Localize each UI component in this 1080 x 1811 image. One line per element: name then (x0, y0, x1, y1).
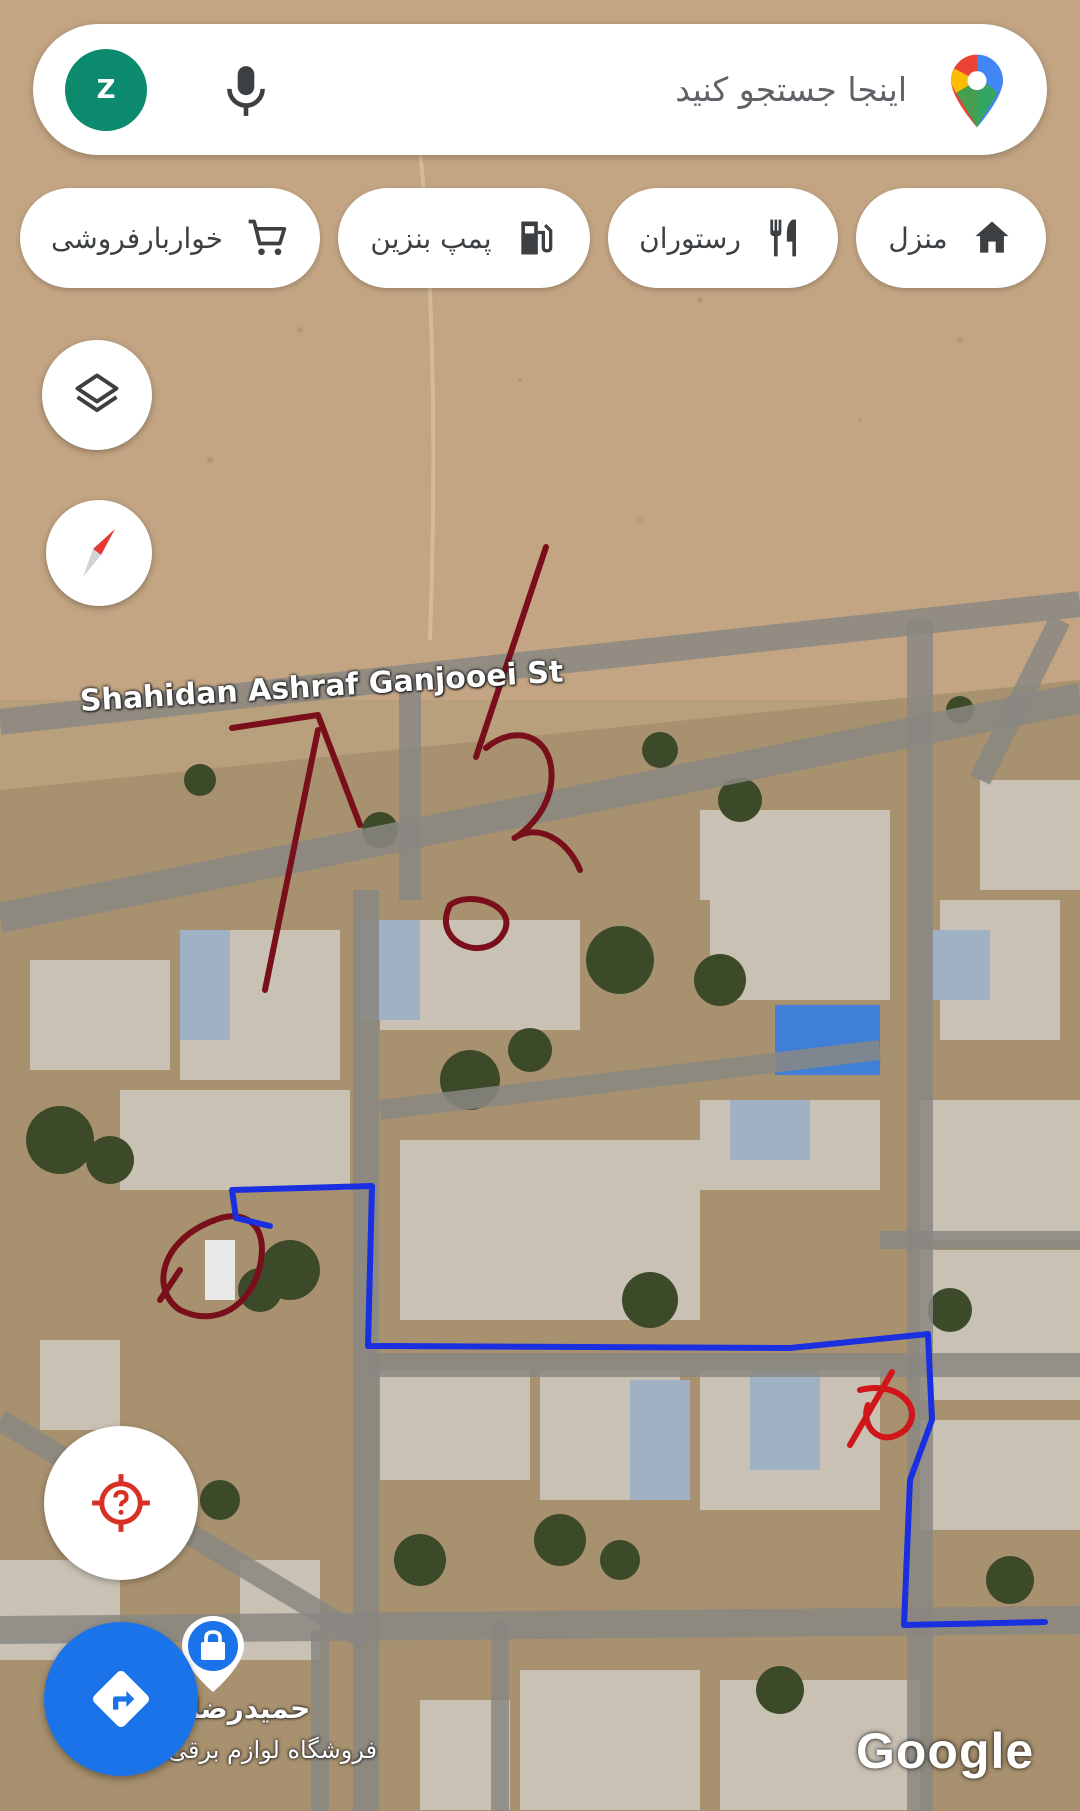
layers-button[interactable] (42, 340, 152, 450)
directions-icon (93, 1671, 149, 1727)
shopping-cart-icon (248, 219, 287, 256)
poi-category: فروشگاه لوازم برقی (168, 1736, 378, 1764)
chip-home-label: منزل (888, 221, 948, 255)
microphone-icon[interactable] (221, 64, 271, 118)
chip-home[interactable]: منزل (856, 188, 1046, 288)
home-icon (975, 221, 1009, 253)
google-maps-logo-icon (951, 54, 1003, 128)
chip-grocery[interactable]: خواربارفروشی (20, 188, 320, 288)
my-location-button[interactable] (44, 1426, 198, 1580)
directions-button[interactable] (44, 1622, 198, 1776)
avatar[interactable]: Z (65, 49, 147, 131)
chip-gas-station[interactable]: پمپ بنزین (338, 188, 590, 288)
chip-restaurant-label: رستوران (639, 221, 741, 255)
compass-icon (83, 529, 115, 577)
google-attribution: Google (856, 1723, 1035, 1779)
compass-button[interactable] (46, 500, 152, 606)
gas-station-icon (520, 221, 552, 255)
chip-gas-station-label: پمپ بنزین (370, 221, 492, 255)
restaurant-icon (770, 219, 796, 257)
chip-restaurant[interactable]: رستوران (608, 188, 838, 288)
search-input[interactable]: اینجا جستجو کنید (675, 24, 907, 155)
location-unknown-icon (92, 1474, 150, 1532)
search-bar[interactable]: Z اینجا جستجو کنید (33, 24, 1047, 155)
poi-name[interactable]: حمیدرضا (190, 1692, 310, 1725)
layers-icon (75, 373, 119, 413)
chip-grocery-label: خواربارفروشی (50, 221, 224, 255)
